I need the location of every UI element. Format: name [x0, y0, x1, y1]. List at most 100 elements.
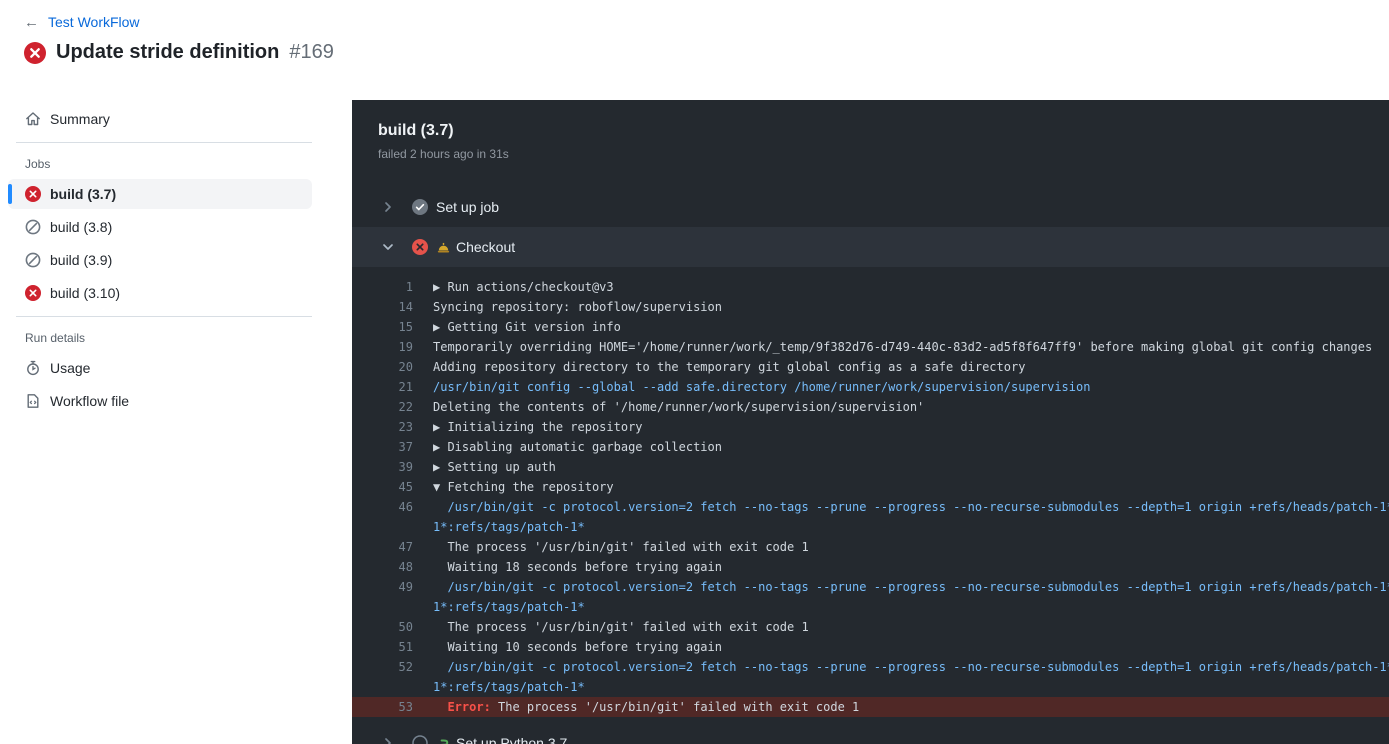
x-circle-icon: [25, 285, 41, 301]
line-number[interactable]: 51: [352, 637, 413, 657]
line-number: [352, 677, 413, 697]
log-text: ▶ Getting Git version info: [433, 320, 621, 334]
line-number[interactable]: 37: [352, 437, 413, 457]
bell-emoji-icon: [436, 240, 451, 255]
steps-list: Set up job Checkout 1 ▶ Run actions/check…: [352, 187, 1389, 744]
line-number[interactable]: 49: [352, 577, 413, 597]
log-output: 1 ▶ Run actions/checkout@v3 14 Syncing repo…: [352, 267, 1389, 723]
chevron-right-icon[interactable]: [380, 199, 396, 215]
log-line: 21/usr/bin/git config --global --add saf…: [352, 377, 1389, 397]
line-number[interactable]: 22: [352, 397, 413, 417]
line-number[interactable]: 20: [352, 357, 413, 377]
log-line: 53 Error: The process '/usr/bin/git' fai…: [352, 697, 1389, 717]
back-link-label: Test WorkFlow: [48, 14, 140, 30]
chevron-right-icon[interactable]: [380, 735, 396, 744]
log-text: 1*:refs/tags/patch-1*: [433, 520, 585, 534]
line-number[interactable]: 47: [352, 537, 413, 557]
job-label: build (3.10): [50, 285, 121, 301]
log-line: 22 Deleting the contents of '/home/runner…: [352, 397, 1389, 417]
run-detail-label: Workflow file: [50, 393, 130, 409]
log-text: ▶ Disabling automatic garbage collection: [433, 440, 722, 454]
step-checkout[interactable]: Checkout: [352, 227, 1389, 267]
log-text: Waiting 10 seconds before trying again: [433, 640, 722, 654]
log-text: The process '/usr/bin/git' failed with e…: [433, 540, 809, 554]
line-number[interactable]: 15: [352, 317, 413, 337]
log-line: 51 Waiting 10 seconds before trying agai…: [352, 637, 1389, 657]
sidebar-item-build-3.9[interactable]: build (3.9): [8, 245, 312, 275]
line-number[interactable]: 45: [352, 477, 413, 497]
line-number[interactable]: 23: [352, 417, 413, 437]
check-circle-icon: [412, 199, 428, 215]
chevron-down-icon[interactable]: [380, 239, 396, 255]
line-number: [352, 517, 413, 537]
sidebar-divider: [16, 316, 312, 317]
home-icon: [25, 111, 41, 127]
line-number[interactable]: 39: [352, 457, 413, 477]
log-line: 20 Adding repository directory to the tem…: [352, 357, 1389, 377]
log-text: Error: The process '/usr/bin/git' failed…: [433, 700, 860, 714]
step-set-up-job[interactable]: Set up job: [352, 187, 1389, 227]
sidebar-item-workflow-file[interactable]: Workflow file: [8, 386, 312, 416]
log-text: Waiting 18 seconds before trying again: [433, 560, 722, 574]
workflow-file-icon: [25, 393, 41, 409]
job-log-header: build (3.7) failed 2 hours ago in 31s: [352, 100, 1389, 161]
slash-circle-icon: [25, 252, 41, 268]
job-label: build (3.9): [50, 252, 113, 268]
sidebar: Summary Jobs build (3.7) build (3.8) build…: [8, 104, 312, 419]
log-line: 14 Syncing repository: roboflow/supervisi…: [352, 297, 1389, 317]
back-link[interactable]: ← Test WorkFlow: [24, 14, 140, 30]
log-line: 37 ▶ Disabling automatic garbage collecti…: [352, 437, 1389, 457]
run-title-row: Update stride definition #169: [24, 41, 334, 64]
run-failed-icon: [24, 41, 46, 64]
line-number[interactable]: 19: [352, 337, 413, 357]
log-text: Temporarily overriding HOME='/home/runne…: [433, 340, 1373, 354]
pending-circle-icon: [412, 735, 428, 744]
log-line: 46 /usr/bin/git -c protocol.version=2 fe…: [352, 497, 1389, 517]
error-label: Error:: [433, 700, 499, 714]
sidebar-divider: [16, 142, 312, 143]
sidebar-item-build-3.10[interactable]: build (3.10): [8, 278, 312, 308]
line-number[interactable]: 21: [352, 377, 413, 397]
log-text: ▶ Setting up auth: [433, 460, 556, 474]
line-number[interactable]: 48: [352, 557, 413, 577]
sidebar-item-usage[interactable]: Usage: [8, 353, 312, 383]
jobs-list: build (3.7) build (3.8) build (3.9) build (…: [8, 179, 312, 308]
job-title: build (3.7): [378, 122, 454, 139]
line-number[interactable]: 53: [352, 697, 413, 717]
sidebar-item-build-3.8[interactable]: build (3.8): [8, 212, 312, 242]
log-line: 1 ▶ Run actions/checkout@v3: [352, 277, 1389, 297]
step-label: Set up Python 3.7: [456, 735, 568, 744]
line-number[interactable]: 52: [352, 657, 413, 677]
log-text: /usr/bin/git config --global --add safe.…: [433, 380, 1091, 394]
log-line: 1*:refs/tags/patch-1*: [352, 517, 1389, 537]
log-line: 50 The process '/usr/bin/git' failed wit…: [352, 617, 1389, 637]
log-text: /usr/bin/git -c protocol.version=2 fetch…: [433, 580, 1389, 594]
job-status-meta: failed 2 hours ago in 31s: [378, 147, 509, 161]
log-line: 15 ▶ Getting Git version info: [352, 317, 1389, 337]
log-text: /usr/bin/git -c protocol.version=2 fetch…: [433, 500, 1389, 514]
step-label: Set up job: [436, 199, 500, 215]
line-number[interactable]: 50: [352, 617, 413, 637]
log-text: /usr/bin/git -c protocol.version=2 fetch…: [433, 660, 1389, 674]
log-line: 39 ▶ Setting up auth: [352, 457, 1389, 477]
log-line: 47 The process '/usr/bin/git' failed wit…: [352, 537, 1389, 557]
x-circle-icon: [25, 186, 41, 202]
sidebar-summary-label: Summary: [50, 111, 110, 127]
log-line: 49 /usr/bin/git -c protocol.version=2 fe…: [352, 577, 1389, 597]
run-details-list: Usage Workflow file: [8, 353, 312, 416]
run-detail-label: Usage: [50, 360, 91, 376]
log-line: 1*:refs/tags/patch-1*: [352, 677, 1389, 697]
log-text: 1*:refs/tags/patch-1*: [433, 600, 585, 614]
sidebar-item-summary[interactable]: Summary: [8, 104, 312, 134]
log-line: 48 Waiting 18 seconds before trying agai…: [352, 557, 1389, 577]
sidebar-item-build-3.7[interactable]: build (3.7): [8, 179, 312, 209]
line-number[interactable]: 1: [352, 277, 413, 297]
step-set-up-python[interactable]: Set up Python 3.7: [352, 723, 1389, 744]
page-title: Update stride definition: [56, 41, 280, 63]
x-circle-icon: [412, 239, 428, 255]
log-text: 1*:refs/tags/patch-1*: [433, 680, 585, 694]
line-number: [352, 597, 413, 617]
log-text: ▶ Initializing the repository: [433, 420, 643, 434]
line-number[interactable]: 46: [352, 497, 413, 517]
line-number[interactable]: 14: [352, 297, 413, 317]
